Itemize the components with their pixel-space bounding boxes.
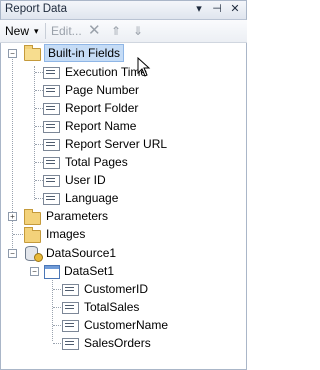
tree-node-label: Parameters [46,209,109,223]
tree-item-label: Language [65,191,119,205]
field-icon [43,103,60,115]
collapse-icon[interactable]: − [30,267,39,276]
tree-guide-line [13,234,23,235]
tree-node-label: DataSet1 [64,264,115,278]
window-position-dropdown-icon[interactable]: ▾ [192,2,206,17]
tree-guide-line [35,108,43,109]
dataset-icon [44,265,60,279]
field-icon [43,121,60,133]
tree-guide-line [52,278,53,341]
expand-icon[interactable]: + [8,212,17,221]
close-icon[interactable]: ✕ [228,2,242,17]
field-icon [43,139,60,151]
toolbar: New ▾ Edit... ✕ ⇑ ⇓ [0,20,247,43]
report-data-tree[interactable]: − Built-in Fields Execution Time Page Nu… [0,43,247,370]
panel-title-bar: Report Data ▾ ⊣ ✕ [0,0,247,20]
tree-guide-line [53,289,61,290]
field-icon [62,284,79,296]
tree-item-label: Total Pages [65,155,128,169]
tree-guide-line [35,198,43,199]
tree-guide-line [35,72,43,73]
tree-item-label: Page Number [65,83,140,97]
tree-item-label: Report Server URL [65,137,168,151]
tree-guide-line [53,325,61,326]
field-icon [62,338,79,350]
panel-title: Report Data [5,3,68,15]
tree-guide-line [53,343,61,344]
tree-guide-line [35,144,43,145]
new-button[interactable]: New [5,23,29,39]
tree-item-label: Report Name [65,119,137,133]
tree-node-label: DataSource1 [46,246,117,260]
tree-node-built-in-fields[interactable]: − Built-in Fields [1,44,246,62]
field-icon [43,85,60,97]
tree-guide-line [35,126,43,127]
tree-item-label: User ID [65,173,106,187]
tree-item-label: Report Folder [65,101,139,115]
move-down-icon[interactable]: ⇓ [133,23,143,39]
move-up-icon[interactable]: ⇑ [111,23,121,39]
collapse-icon[interactable]: − [8,49,17,58]
folder-open-icon [24,45,41,61]
delete-icon[interactable]: ✕ [88,23,101,39]
tree-guide-line [35,180,43,181]
tree-item-label: Execution Time [65,65,148,79]
field-icon [62,302,79,314]
edit-button[interactable]: Edit... [51,23,82,39]
field-icon [43,193,60,205]
tree-guide-line [12,54,13,256]
tree-item-label: CustomerID [84,282,149,296]
datasource-icon [25,246,43,262]
tree-item-label: TotalSales [84,300,140,314]
field-icon [43,175,60,187]
new-dropdown-arrow-icon[interactable]: ▾ [34,23,39,39]
folder-icon [24,209,41,225]
tree-item-label: CustomerName [84,318,169,332]
folder-icon [24,227,41,243]
toolbar-separator [45,23,46,39]
tree-item-label: SalesOrders [84,336,151,350]
tree-node-label: Images [46,227,86,241]
auto-hide-pin-icon[interactable]: ⊣ [210,2,224,17]
field-icon [43,67,60,79]
field-icon [43,157,60,169]
tree-node-label: Built-in Fields [44,44,125,62]
tree-guide-line [35,90,43,91]
collapse-icon[interactable]: − [8,249,17,258]
tree-guide-line [35,162,43,163]
field-icon [62,320,79,332]
mouse-pointer-icon [137,57,151,77]
tree-guide-line [53,307,61,308]
